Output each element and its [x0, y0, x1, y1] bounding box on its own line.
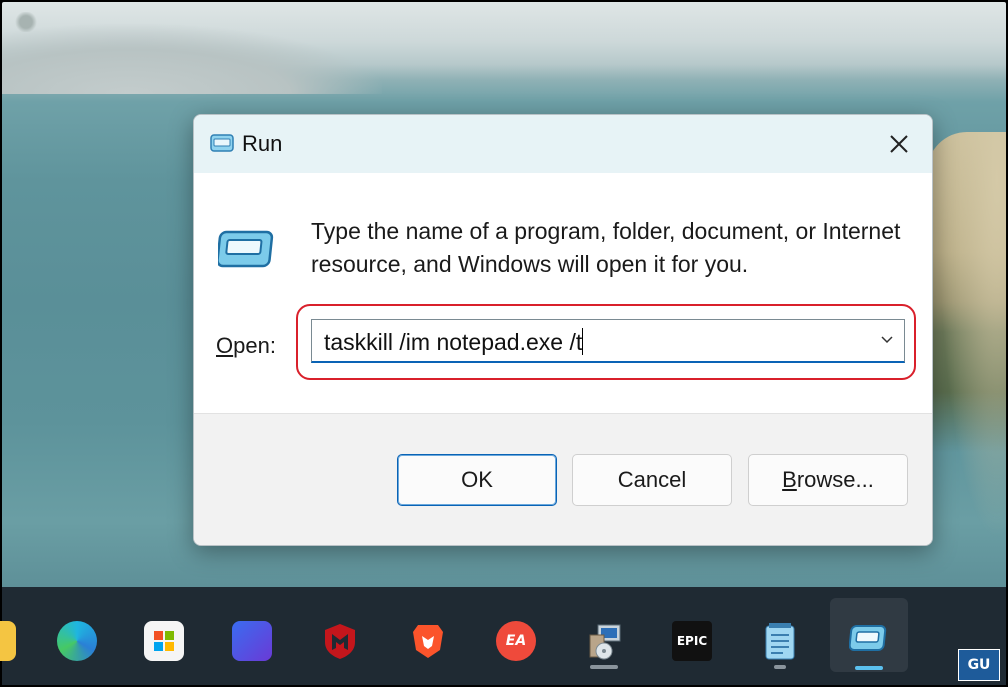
edge-icon: [57, 621, 97, 661]
microsoft-store-icon: [144, 621, 184, 661]
wallpaper-hill: [2, 24, 382, 94]
taskbar-edge[interactable]: [49, 611, 105, 671]
taskbar-setup[interactable]: [576, 611, 632, 671]
browse-rest: rowse...: [796, 467, 874, 492]
taskbar-notepad[interactable]: [752, 611, 808, 671]
open-label: Open:: [216, 333, 276, 359]
run-icon: [210, 134, 234, 152]
open-input[interactable]: taskkill /im notepad.exe /t: [324, 328, 584, 356]
setup-program-icon: [584, 621, 624, 661]
ok-button[interactable]: OK: [397, 454, 557, 506]
app-ma-icon: [232, 621, 272, 661]
run-icon: [849, 618, 889, 658]
wallpaper-grass: [927, 132, 1006, 602]
taskbar-file-explorer[interactable]: [0, 611, 24, 671]
taskbar-brave[interactable]: [400, 611, 456, 671]
open-input-value: taskkill /im notepad.exe /t: [324, 329, 583, 355]
taskbar-ma-app[interactable]: [224, 611, 280, 671]
taskbar-mcafee[interactable]: [312, 611, 368, 671]
file-explorer-icon: [0, 621, 16, 661]
taskbar-store[interactable]: [136, 611, 192, 671]
taskbar-ea[interactable]: EA: [488, 611, 544, 671]
title-bar[interactable]: Run: [194, 115, 932, 173]
taskbar-running-indicator: [774, 665, 786, 669]
brave-icon: [408, 621, 448, 661]
chevron-down-icon[interactable]: [880, 335, 894, 345]
close-icon[interactable]: [886, 131, 912, 157]
open-label-accel: O: [216, 333, 234, 358]
taskbar-running-indicator: [590, 665, 618, 669]
open-label-rest: pen:: [233, 333, 276, 358]
taskbar-epic-games[interactable]: EPIC: [664, 611, 720, 671]
browse-button[interactable]: Browse...: [748, 454, 908, 506]
dialog-title: Run: [242, 131, 283, 156]
open-combobox[interactable]: taskkill /im notepad.exe /t: [311, 319, 905, 363]
dialog-body: Type the name of a program, folder, docu…: [194, 173, 932, 413]
run-dialog: Run Type the name of a program, folder, …: [193, 114, 933, 546]
run-program-icon: [218, 230, 274, 268]
ea-icon: EA: [496, 621, 536, 661]
wallpaper-tree: [14, 12, 38, 32]
dialog-footer: OK Cancel Browse...: [194, 413, 932, 545]
notepad-icon: [760, 621, 800, 661]
text-caret: [582, 328, 584, 355]
cancel-button[interactable]: Cancel: [572, 454, 732, 506]
site-watermark-logo: GU: [958, 649, 1000, 681]
taskbar-run[interactable]: [830, 598, 908, 672]
dialog-description: Type the name of a program, folder, docu…: [311, 218, 901, 277]
taskbar-active-indicator: [855, 666, 883, 670]
browse-accel: B: [782, 467, 797, 492]
epic-games-icon: EPIC: [672, 621, 712, 661]
taskbar: EA EPIC: [0, 587, 1006, 685]
mcafee-icon: [320, 621, 360, 661]
